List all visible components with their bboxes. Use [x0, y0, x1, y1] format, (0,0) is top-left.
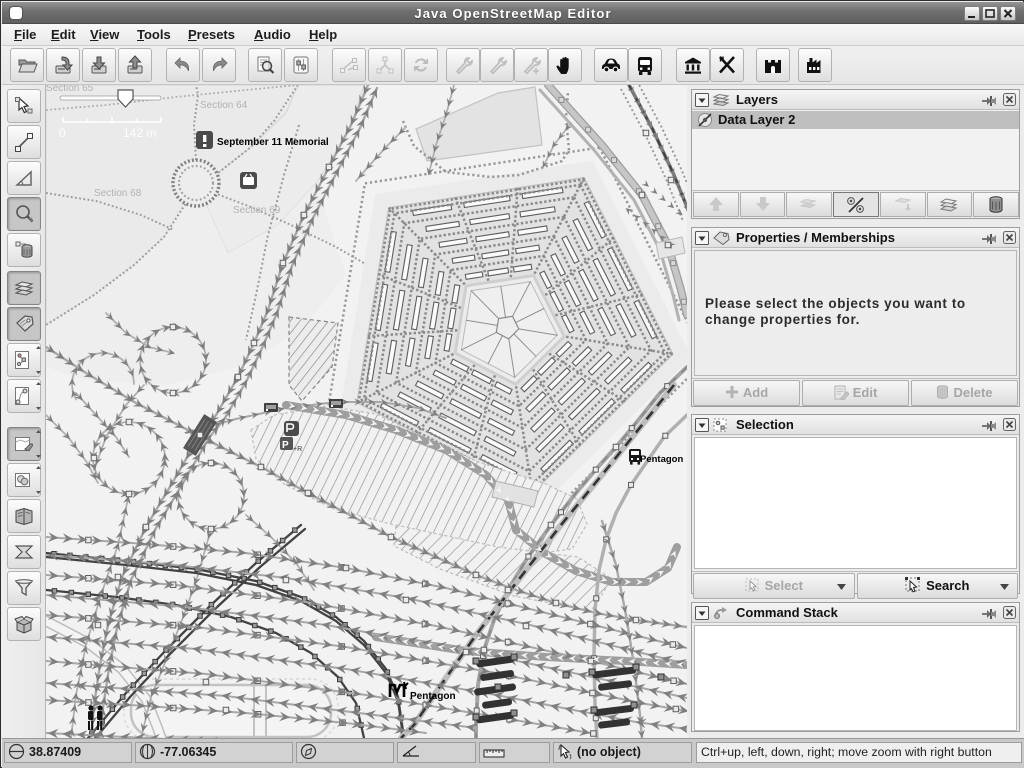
svg-text:Pentagon: Pentagon: [640, 454, 683, 465]
svg-text:0: 0: [59, 126, 66, 140]
svg-text:Section 65: Section 65: [46, 85, 94, 94]
svg-text:P: P: [282, 440, 289, 451]
svg-text:Section 69: Section 69: [233, 205, 281, 216]
svg-text:Section 64: Section 64: [200, 100, 248, 111]
svg-text:+R: +R: [293, 446, 302, 453]
svg-text:September 11 Memorial: September 11 Memorial: [217, 137, 329, 148]
svg-text:Pentagon: Pentagon: [410, 691, 456, 702]
svg-text:Section 68: Section 68: [94, 188, 142, 199]
svg-text:142 m: 142 m: [123, 126, 156, 140]
